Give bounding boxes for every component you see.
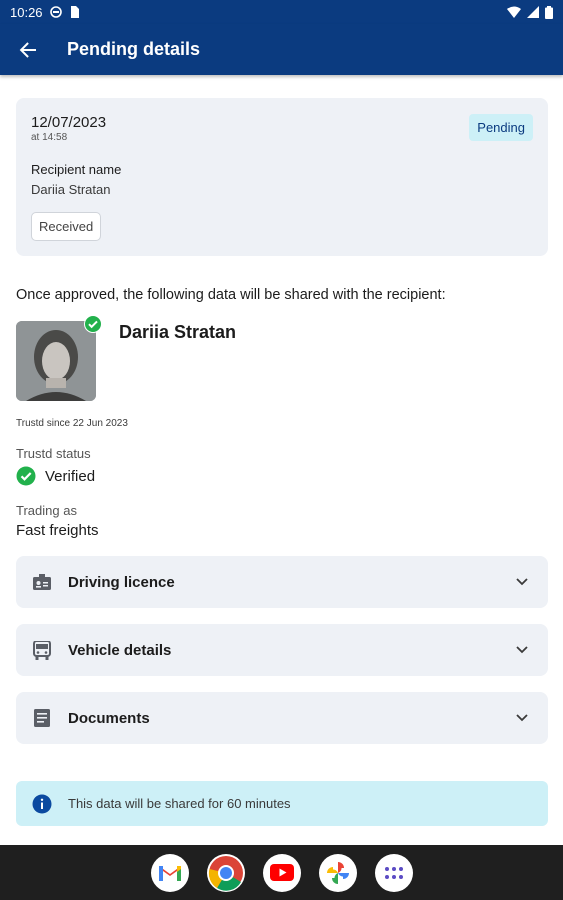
accordion-label: Driving licence (68, 573, 175, 591)
arrow-left-icon (19, 41, 36, 58)
app-dock (0, 845, 563, 900)
chrome-icon[interactable] (206, 853, 245, 892)
accordion-vehicle-details[interactable]: Vehicle details (16, 624, 548, 676)
signal-icon (527, 6, 539, 18)
chevron-down-icon (516, 575, 530, 589)
youtube-icon[interactable] (262, 853, 301, 892)
page-title: Pending details (67, 39, 201, 59)
gmail-icon[interactable] (150, 853, 189, 892)
request-time: at 14:58 (31, 132, 68, 143)
recipient-name: Dariia Stratan (31, 182, 111, 197)
share-intro-text: Once approved, the following data will b… (16, 287, 446, 303)
check-circle-icon (16, 466, 36, 486)
photos-icon[interactable] (318, 853, 357, 892)
info-icon (32, 794, 52, 813)
accordion-driving-licence[interactable]: Driving licence (16, 556, 548, 608)
request-date: 12/07/2023 (31, 114, 107, 131)
app-drawer-icon[interactable] (374, 853, 413, 892)
received-chip: Received (31, 212, 102, 241)
info-banner: This data will be shared for 60 minutes (16, 781, 548, 826)
recipient-label: Recipient name (31, 162, 122, 177)
bus-icon (32, 640, 52, 660)
member-since: Trustd since 22 Jun 2023 (16, 418, 128, 429)
accordion-documents[interactable]: Documents (16, 692, 548, 744)
chevron-down-icon (516, 643, 530, 657)
sim-card-icon (70, 6, 79, 18)
back-button[interactable] (14, 36, 42, 64)
chevron-down-icon (516, 711, 530, 725)
trading-as-value: Fast freights (16, 522, 99, 539)
accordion-label: Documents (68, 709, 150, 727)
trading-as-label: Trading as (16, 503, 77, 518)
status-time: 10:26 (10, 4, 43, 20)
status-badge: Pending (469, 114, 533, 141)
info-text: This data will be shared for 60 minutes (68, 796, 291, 811)
request-summary-card: 12/07/2023 at 14:58 Pending Recipient na… (16, 98, 548, 256)
status-bar: 10:26 (0, 0, 563, 24)
sync-icon (49, 6, 62, 18)
document-icon (32, 708, 52, 728)
trust-status: Verified (16, 466, 95, 486)
profile-name: Dariia Stratan (119, 322, 237, 342)
trust-status-value: Verified (45, 467, 96, 485)
app-bar: Pending details (0, 24, 563, 75)
accordion-label: Vehicle details (68, 641, 172, 659)
battery-icon (545, 5, 553, 19)
profile-photo (16, 321, 96, 401)
id-card-icon (32, 572, 52, 592)
wifi-icon (507, 6, 521, 18)
trust-status-label: Trustd status (16, 446, 91, 461)
verified-badge-icon (84, 315, 102, 333)
